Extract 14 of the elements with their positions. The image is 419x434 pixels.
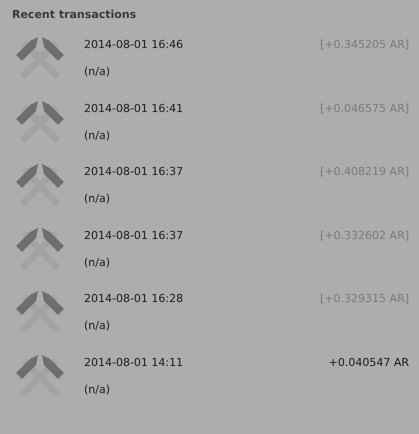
- transaction-label: (n/a): [84, 319, 112, 332]
- transaction-label: (n/a): [84, 382, 112, 396]
- transaction-date: 2014-08-01 14:11: [84, 356, 184, 368]
- transaction-date: 2014-08-01 16:28: [84, 292, 184, 305]
- transaction-label: (n/a): [84, 192, 112, 205]
- transaction-date: 2014-08-01 16:37: [84, 228, 184, 242]
- transaction-date: 2014-08-01 16:46: [84, 38, 184, 51]
- transaction-amount: +0.040547 AR: [328, 354, 409, 368]
- transaction-label: (n/a): [84, 65, 112, 78]
- section-title: Recent transactions: [12, 8, 138, 21]
- transaction-date: 2014-08-01 16:37: [84, 165, 184, 178]
- transaction-label: (n/a): [84, 128, 112, 142]
- transaction-date: 2014-08-01 16:41: [84, 102, 184, 114]
- transaction-label: (n/a): [84, 256, 112, 268]
